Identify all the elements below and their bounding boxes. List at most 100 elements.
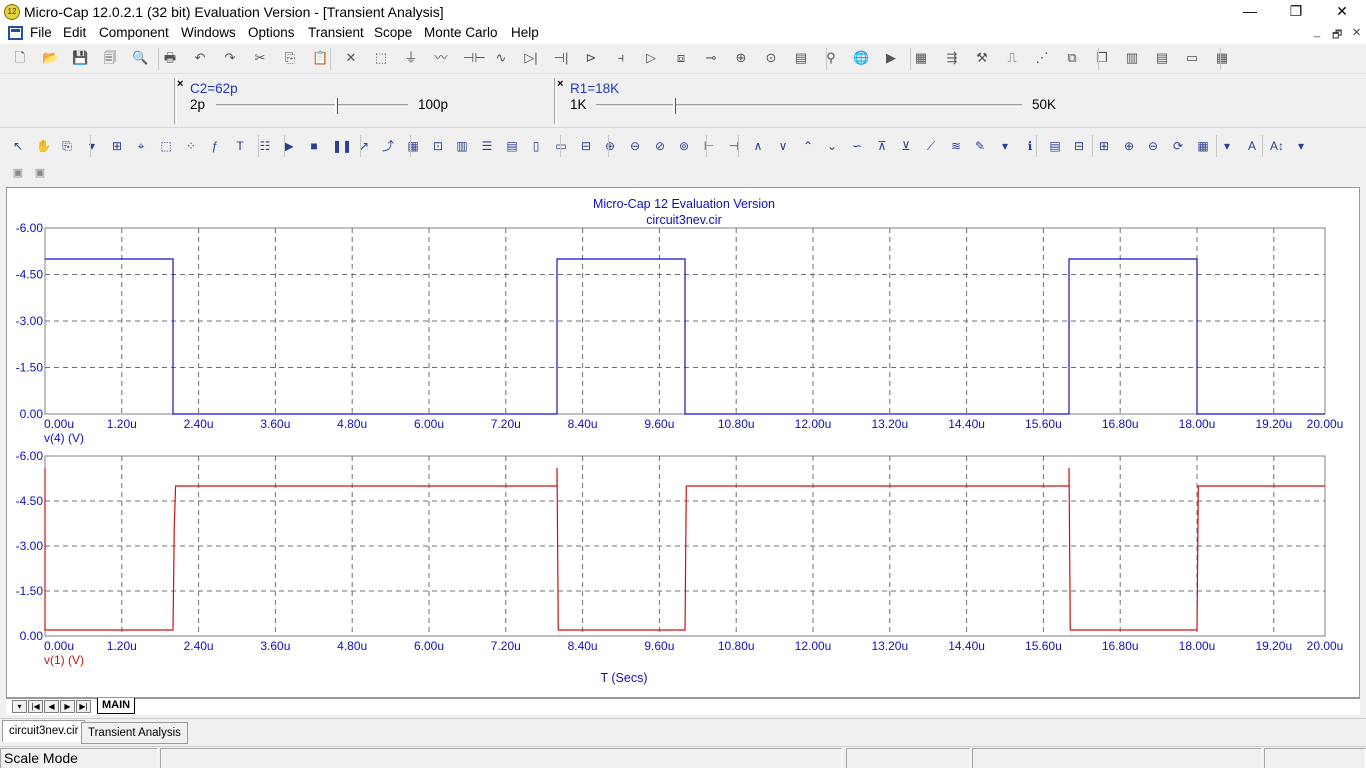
scale-icon[interactable]: ⊞ bbox=[109, 137, 125, 153]
redo-icon[interactable]: ↷ bbox=[222, 50, 238, 66]
run-icon[interactable]: ▶ bbox=[883, 50, 899, 66]
menu-help[interactable]: Help bbox=[511, 25, 539, 40]
menu-options[interactable]: Options bbox=[248, 25, 295, 40]
calculator-icon[interactable]: ▦ bbox=[1214, 50, 1230, 66]
menu-component[interactable]: Component bbox=[99, 25, 169, 40]
palette-icon[interactable]: ▦ bbox=[1195, 137, 1211, 153]
animate-icon[interactable]: ⊚ bbox=[676, 137, 692, 153]
tab-circuit-file[interactable]: circuit3nev.cir bbox=[2, 720, 86, 742]
tile-icon[interactable]: ⧉ bbox=[1064, 50, 1080, 66]
global-low-icon[interactable]: ⊻ bbox=[898, 137, 914, 153]
redraw-icon[interactable]: ⟳ bbox=[1170, 137, 1186, 153]
mdi-restore-button[interactable]: 🗗 bbox=[1332, 26, 1342, 45]
annotate-icon[interactable]: ✎ bbox=[972, 137, 988, 153]
pointer-icon[interactable]: ↖ bbox=[10, 137, 26, 153]
mosfet-icon[interactable]: ⫞ bbox=[613, 50, 629, 66]
minimize-button[interactable]: — bbox=[1227, 0, 1273, 24]
overlay-icon[interactable]: ▤ bbox=[504, 137, 520, 153]
app-icon[interactable]: 12 bbox=[4, 4, 20, 20]
peak-icon[interactable]: ⤴ bbox=[380, 137, 396, 153]
hand-icon[interactable]: ✋ bbox=[35, 137, 51, 153]
slider-2-thumb[interactable] bbox=[673, 98, 676, 114]
left-cursor-icon[interactable]: ⊢ bbox=[701, 137, 717, 153]
trace-icon[interactable]: ↗ bbox=[356, 137, 372, 153]
mdi-minimize-button[interactable]: _ bbox=[1314, 26, 1320, 38]
diode-icon[interactable]: ▷| bbox=[523, 50, 539, 66]
pause-icon[interactable]: ❚❚ bbox=[331, 137, 352, 153]
step-icon[interactable]: ⇶ bbox=[944, 50, 960, 66]
ground-icon[interactable]: ⏚ bbox=[403, 50, 419, 66]
paste-icon[interactable]: 📋 bbox=[312, 50, 328, 66]
properties-icon[interactable]: ☷ bbox=[257, 137, 273, 153]
copy-icon[interactable]: ⎘ bbox=[282, 50, 298, 66]
zoom-out-icon[interactable]: ⊖ bbox=[1145, 137, 1161, 153]
formula-icon[interactable]: ƒ bbox=[207, 137, 223, 153]
menu-transient[interactable]: Transient bbox=[308, 25, 364, 40]
calc-icon[interactable]: ▦ bbox=[913, 50, 929, 66]
tokens-icon[interactable]: ⊡ bbox=[430, 137, 446, 153]
global-high-icon[interactable]: ⊼ bbox=[874, 137, 890, 153]
slider-1-thumb[interactable] bbox=[335, 98, 338, 114]
capacitor-icon[interactable]: ⊣⊢ bbox=[463, 50, 486, 66]
zoom-in-icon[interactable]: ⊕ bbox=[1121, 137, 1137, 153]
inductor-icon[interactable]: ∿ bbox=[493, 50, 509, 66]
battery-icon[interactable]: ⊣| bbox=[553, 50, 569, 66]
mdi-close-button[interactable]: ✕ bbox=[1352, 26, 1361, 39]
delete-icon[interactable]: ✕ bbox=[343, 50, 359, 66]
next-tab-button[interactable]: ▶ bbox=[60, 700, 75, 713]
inflect-icon[interactable]: ∽ bbox=[849, 137, 865, 153]
tool-icon[interactable]: ⚒ bbox=[974, 50, 990, 66]
split-view-icon[interactable]: ⊟ bbox=[1071, 137, 1087, 153]
print-preview-icon[interactable]: 🔍 bbox=[132, 50, 148, 66]
slider-1-close-icon[interactable]: × bbox=[177, 78, 183, 90]
last-tab-button[interactable]: ▶| bbox=[76, 700, 91, 713]
source-icon[interactable]: ⊙ bbox=[763, 50, 779, 66]
font-size-icon[interactable]: A↕ bbox=[1269, 137, 1285, 153]
slider-2-close-icon[interactable]: × bbox=[557, 78, 563, 90]
fit-icon[interactable]: ⊟ bbox=[578, 137, 594, 153]
undo-icon[interactable]: ↶ bbox=[192, 50, 208, 66]
cursor-icon[interactable]: ⌖ bbox=[133, 137, 149, 153]
menu-scope[interactable]: Scope bbox=[374, 25, 412, 40]
high-icon[interactable]: ⌃ bbox=[800, 137, 816, 153]
node-icon[interactable]: ⊕ bbox=[733, 50, 749, 66]
slider-1-track[interactable] bbox=[216, 104, 408, 107]
menu-file[interactable]: File bbox=[30, 25, 52, 40]
low-icon[interactable]: ⌄ bbox=[824, 137, 840, 153]
layers-icon[interactable]: ▣ bbox=[33, 166, 47, 180]
transistor-icon[interactable]: ⊳ bbox=[583, 50, 599, 66]
horizontal-icon[interactable]: ▤ bbox=[1154, 50, 1170, 66]
scope-icon[interactable]: ⎍ bbox=[1004, 50, 1020, 66]
select-all-icon[interactable]: ⬚ bbox=[373, 50, 389, 66]
menu-windows[interactable]: Windows bbox=[181, 25, 236, 40]
zoom-box-icon[interactable]: ⬚ bbox=[158, 137, 174, 153]
tile-view-icon[interactable]: ⊞ bbox=[1096, 137, 1112, 153]
vertical-icon[interactable]: ▥ bbox=[1124, 50, 1140, 66]
first-tab-button[interactable]: |◀ bbox=[28, 700, 43, 713]
opamp-icon[interactable]: ▷ bbox=[643, 50, 659, 66]
text-icon[interactable]: T bbox=[232, 137, 248, 153]
close-button[interactable]: ✕ bbox=[1319, 0, 1365, 24]
new-icon[interactable]: 🗋 bbox=[12, 50, 28, 66]
tabs-icon[interactable]: ▭ bbox=[553, 137, 569, 153]
font-icon[interactable]: A bbox=[1244, 137, 1260, 153]
menu-edit[interactable]: Edit bbox=[63, 25, 86, 40]
monte-icon[interactable]: ⋰ bbox=[1034, 50, 1050, 66]
peak-find-icon[interactable]: ∧ bbox=[750, 137, 766, 153]
data-points-icon[interactable]: ⁘ bbox=[183, 137, 199, 153]
zoom-out-icon[interactable]: ⊖ bbox=[627, 137, 643, 153]
print-icon[interactable]: 🖶 bbox=[162, 50, 178, 66]
dropdown-icon[interactable]: ▾ bbox=[997, 137, 1013, 153]
slider-2-track[interactable] bbox=[596, 104, 1022, 107]
pan-icon[interactable]: ⊘ bbox=[652, 137, 668, 153]
plot-window[interactable]: Micro-Cap 12 Evaluation Version circuit3n… bbox=[6, 187, 1360, 698]
library-icon[interactable]: ▤ bbox=[1047, 137, 1063, 153]
slope-icon[interactable]: ⟋ bbox=[923, 137, 939, 153]
dropdown-icon[interactable]: ▾ bbox=[1293, 137, 1309, 153]
stack-icon[interactable]: ☰ bbox=[479, 137, 495, 153]
copy-plot-icon[interactable]: ⎘ bbox=[59, 137, 75, 153]
split-icon[interactable]: ▥ bbox=[454, 137, 470, 153]
transient-plot[interactable]: Micro-Cap 12 Evaluation Version circuit3n… bbox=[7, 188, 1359, 697]
cascade-icon[interactable]: ❐ bbox=[1094, 50, 1110, 66]
dropdown-icon[interactable]: ▾ bbox=[1219, 137, 1235, 153]
